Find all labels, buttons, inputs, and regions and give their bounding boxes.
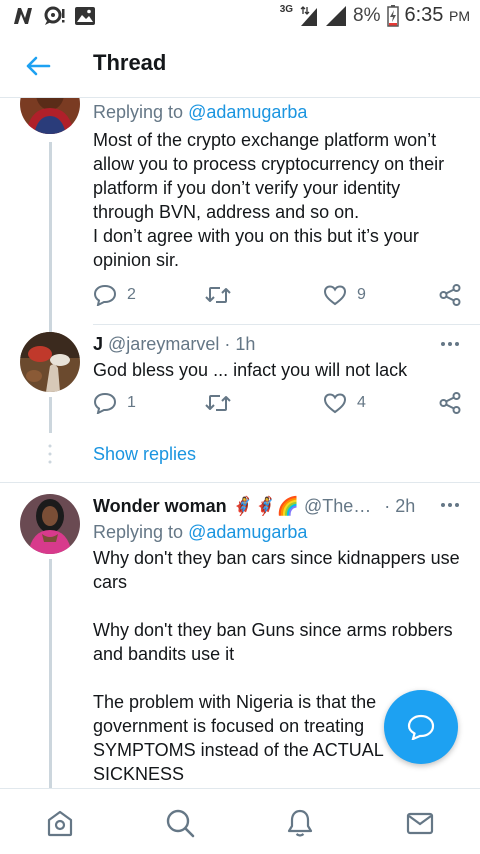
home-icon [47, 810, 73, 837]
tweet-text: Most of the crypto exchange platform won… [93, 130, 445, 270]
share-icon [439, 392, 461, 414]
like-button[interactable]: 4 [323, 392, 366, 414]
reply-bubble-icon [407, 714, 435, 740]
user-name-emoji: 🦸‍♀️🦸‍♀️🌈 [231, 496, 299, 516]
replying-to-handle[interactable]: @adamugarba [188, 102, 307, 122]
replying-to: Replying to @adamugarba [93, 100, 462, 124]
network-type: 3G [279, 4, 294, 15]
tweet[interactable]: J @jareymarvel · 1h God bless you ... in… [0, 325, 480, 480]
tweet-actions: 2 9 [93, 284, 462, 310]
retweet-icon [205, 287, 231, 303]
search-icon [166, 809, 195, 838]
share-button[interactable] [439, 392, 461, 414]
like-button[interactable]: 9 [323, 284, 366, 306]
thread-feed[interactable]: Replying to @adamugarba Most of the cryp… [0, 98, 480, 788]
avatar[interactable] [20, 98, 80, 134]
clock: 6:35 PM [405, 4, 471, 27]
arrow-left-icon [26, 56, 51, 76]
reply-icon [93, 392, 117, 414]
retweet-button[interactable] [205, 284, 231, 306]
thread-line [49, 142, 52, 332]
nav-search[interactable] [164, 807, 196, 839]
reply-count: 1 [127, 394, 136, 411]
n-notification-icon [14, 8, 32, 24]
user-handle[interactable]: @jareymarvel [108, 334, 219, 354]
user-name[interactable]: J [93, 334, 103, 354]
app-header: Thread [0, 34, 480, 98]
user-handle[interactable]: @The… [304, 496, 371, 516]
more-options-icon[interactable] [440, 341, 460, 347]
reply-icon [93, 284, 117, 306]
reply-button[interactable]: 1 [93, 392, 136, 414]
signal-strength-icon [326, 5, 347, 26]
tweet[interactable]: Replying to @adamugarba Most of the cryp… [0, 98, 480, 332]
chat-notification-icon [44, 6, 65, 25]
nav-messages[interactable] [404, 807, 436, 839]
like-count: 9 [357, 286, 366, 303]
avatar[interactable] [20, 332, 80, 392]
compose-reply-button[interactable] [384, 690, 458, 764]
mail-icon [406, 812, 434, 835]
nav-home[interactable] [44, 807, 76, 839]
battery-charging-icon [386, 4, 399, 27]
share-icon [439, 284, 461, 306]
status-bar: 3G 8% 6:35 PM [0, 0, 480, 34]
user-name[interactable]: Wonder woman [93, 496, 227, 516]
back-button[interactable] [22, 50, 54, 82]
avatar[interactable] [20, 494, 80, 554]
tweet-time: · 1h [224, 334, 256, 354]
tweet-text: God bless you ... infact you will not la… [93, 360, 408, 380]
replying-to-handle[interactable]: @adamugarba [188, 522, 307, 542]
share-button[interactable] [439, 284, 461, 306]
clock-time: 6:35 [404, 4, 444, 26]
replying-to: Replying to @adamugarba [93, 520, 462, 544]
thread-line [49, 559, 52, 788]
replying-to-label: Replying to [93, 522, 189, 542]
reply-count: 2 [127, 286, 136, 303]
reply-button[interactable]: 2 [93, 284, 136, 306]
bell-icon [287, 809, 313, 837]
replying-to-label: Replying to [93, 102, 189, 122]
tweet-header: Wonder woman 🦸‍♀️🦸‍♀️🌈 @The… · 2h [93, 494, 462, 518]
bottom-navigation [0, 788, 480, 854]
tweet-header: J @jareymarvel · 1h [93, 332, 462, 356]
tweet-actions: 1 4 [93, 392, 462, 418]
image-notification-icon [75, 7, 95, 25]
battery-percent: 8% [353, 4, 381, 26]
heart-icon [323, 285, 347, 306]
show-replies-link[interactable]: Show replies [93, 444, 196, 465]
like-count: 4 [357, 394, 366, 411]
retweet-button[interactable] [205, 392, 231, 414]
clock-ampm: PM [449, 8, 470, 24]
more-options-icon[interactable] [440, 502, 460, 508]
page-title: Thread [93, 50, 167, 75]
mobile-signal-icon [300, 5, 318, 26]
more-replies-dots [48, 444, 52, 464]
heart-icon [323, 393, 347, 414]
tweet-time: · 2h [384, 496, 416, 516]
thread-line [49, 397, 52, 433]
retweet-icon [205, 395, 231, 411]
nav-notifications[interactable] [284, 807, 316, 839]
